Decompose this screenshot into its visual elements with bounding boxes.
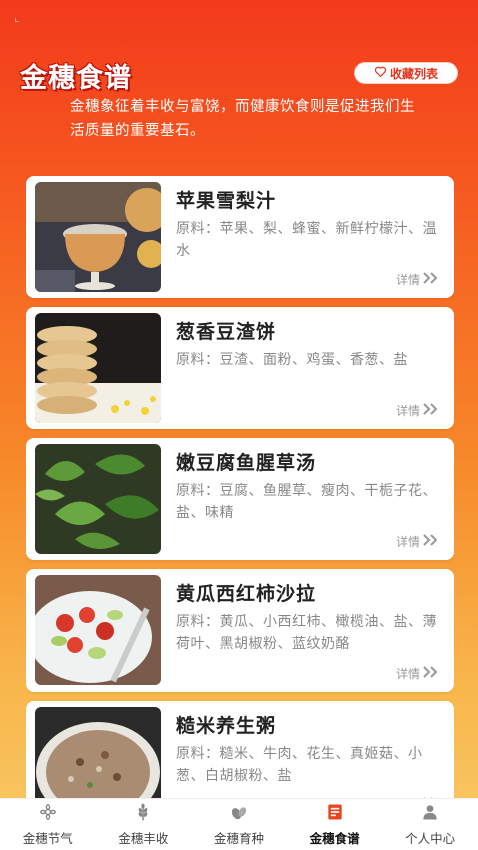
recipe-image	[35, 444, 161, 554]
recipe-name: 糙米养生粥	[176, 715, 277, 737]
recipe-image	[35, 575, 161, 685]
recipe-ingredients: 原料：黄瓜、小西红柿、橄榄油、盐、薄荷叶、黑胡椒粉、蓝纹奶酪	[176, 614, 437, 652]
recipe-ingredients: 原料：苹果、梨、蜂蜜、新鲜柠檬汁、温水	[176, 221, 437, 259]
detail-label: 详情	[395, 535, 420, 549]
tab-label: 金穗节气	[22, 831, 73, 846]
double-chevron-right-icon	[422, 272, 440, 287]
tab-label: 金穗食谱	[309, 831, 360, 846]
recipe-list[interactable]: 苹果雪梨汁 原料：苹果、梨、蜂蜜、新鲜柠檬汁、温水 详情 葱香豆渣饼 原料：豆渣…	[26, 176, 454, 798]
detail-label: 详情	[395, 404, 420, 418]
page-title: 金穗食谱	[20, 63, 132, 94]
detail-link[interactable]: 详情	[396, 402, 440, 419]
recipe-name: 葱香豆渣饼	[176, 321, 277, 343]
detail-label: 详情	[395, 667, 420, 681]
recipe-ingredients: 原料：豆渣、面粉、鸡蛋、香葱、盐	[176, 352, 408, 368]
recipe-name: 苹果雪梨汁	[176, 190, 277, 212]
double-chevron-right-icon	[422, 403, 440, 418]
recipe-card[interactable]: 苹果雪梨汁 原料：苹果、梨、蜂蜜、新鲜柠檬汁、温水 详情	[26, 176, 454, 298]
tab-harvest[interactable]: 金穗丰收	[96, 799, 192, 850]
tab-solar-terms[interactable]: 金穗节气	[0, 799, 96, 850]
tab-profile[interactable]: 个人中心	[382, 799, 478, 850]
recipe-card[interactable]: 糙米养生粥 原料：糙米、牛肉、花生、真姬菇、小葱、白胡椒粉、盐 详情	[26, 701, 454, 798]
detail-label: 详情	[395, 273, 420, 287]
seed-icon	[229, 802, 249, 825]
favorites-label: 收藏列表	[389, 66, 438, 81]
detail-link[interactable]: 详情	[396, 533, 440, 550]
recipe-ingredients: 原料：糙米、牛肉、花生、真姬菇、小葱、白胡椒粉、盐	[176, 746, 423, 784]
status-bar-mark: ⌞	[14, 10, 20, 24]
recipe-card[interactable]: 黄瓜西红柿沙拉 原料：黄瓜、小西红柿、橄榄油、盐、薄荷叶、黑胡椒粉、蓝纹奶酪 详…	[26, 569, 454, 692]
recipe-card[interactable]: 嫩豆腐鱼腥草汤 原料：豆腐、鱼腥草、瘦肉、干栀子花、盐、味精 详情	[26, 438, 454, 560]
recipe-image	[35, 182, 161, 292]
wheat-icon	[133, 802, 153, 825]
tab-label: 金穗育种	[213, 831, 264, 846]
intro-text: 金穗象征着丰收与富饶，而健康饮食则是促进我们生活质量的重要基石。	[70, 99, 415, 139]
detail-link[interactable]: 详情	[396, 665, 440, 682]
recipe-card[interactable]: 葱香豆渣饼 原料：豆渣、面粉、鸡蛋、香葱、盐 详情	[26, 307, 454, 429]
recipe-book-icon	[325, 802, 345, 825]
tab-label: 金穗丰收	[118, 831, 169, 846]
heart-icon	[374, 65, 387, 81]
header: 金穗食谱 收藏列表	[20, 56, 458, 96]
person-icon	[420, 802, 440, 825]
tab-recipes[interactable]: 金穗食谱	[287, 799, 383, 850]
recipe-ingredients: 原料：豆腐、鱼腥草、瘦肉、干栀子花、盐、味精	[176, 483, 437, 521]
bottom-tab-bar: 金穗节气 金穗丰收 金穗育种 金穗食谱 个人中心	[0, 798, 478, 850]
detail-link[interactable]: 详情	[396, 271, 440, 288]
recipe-name: 黄瓜西红柿沙拉	[176, 583, 317, 605]
tab-breeding[interactable]: 金穗育种	[191, 799, 287, 850]
double-chevron-right-icon	[422, 666, 440, 681]
recipe-name: 嫩豆腐鱼腥草汤	[176, 452, 317, 474]
favorites-button[interactable]: 收藏列表	[354, 62, 458, 84]
flower-icon	[38, 802, 58, 825]
double-chevron-right-icon	[422, 534, 440, 549]
recipe-image	[35, 707, 161, 798]
tab-label: 个人中心	[405, 831, 456, 846]
recipe-image	[35, 313, 161, 423]
